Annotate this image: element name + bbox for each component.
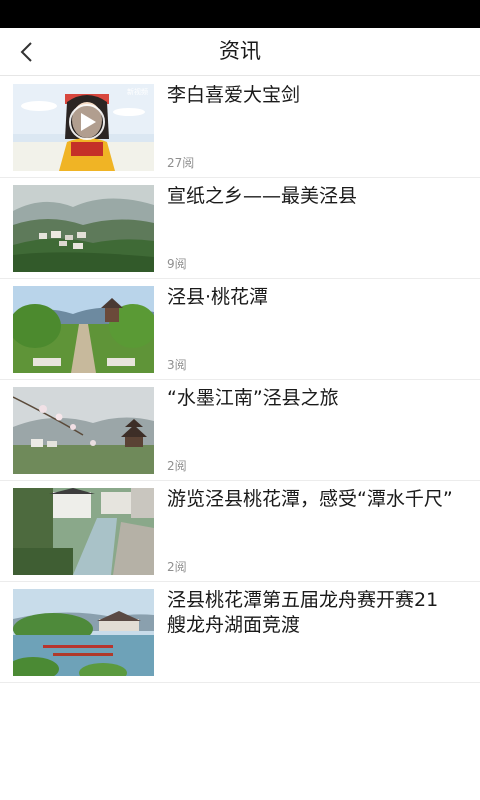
- read-count: 2阅: [167, 459, 187, 473]
- read-count: 3阅: [167, 358, 187, 372]
- news-item[interactable]: 泾县桃花潭第五届龙舟赛开赛21艘龙舟湖面竞渡: [0, 582, 480, 683]
- news-thumbnail[interactable]: [13, 387, 154, 474]
- news-title: 泾县桃花潭第五届龙舟赛开赛21艘龙舟湖面竞渡: [167, 589, 439, 636]
- news-title: 泾县·桃花潭: [167, 286, 269, 308]
- page-title: 资讯: [219, 39, 261, 63]
- news-thumbnail[interactable]: [13, 286, 154, 373]
- read-count: 27阅: [167, 156, 195, 170]
- nav-bar: 资讯: [0, 28, 480, 76]
- news-list: 新视频 李白喜爱大宝剑 27阅 宣纸之乡——最美泾县 9阅 泾县·桃花潭 3阅 …: [0, 77, 480, 683]
- news-item[interactable]: “水墨江南”泾县之旅 2阅: [0, 380, 480, 481]
- news-thumbnail[interactable]: [13, 589, 154, 676]
- news-thumbnail[interactable]: [13, 488, 154, 575]
- news-title: 宣纸之乡——最美泾县: [167, 185, 358, 207]
- news-item[interactable]: 宣纸之乡——最美泾县 9阅: [0, 178, 480, 279]
- news-title: 游览泾县桃花潭，感受“潭水千尺”: [167, 488, 453, 510]
- read-count: 9阅: [167, 257, 187, 271]
- video-watermark: 新视频: [127, 88, 148, 96]
- news-item[interactable]: 泾县·桃花潭 3阅: [0, 279, 480, 380]
- news-title: 李白喜爱大宝剑: [167, 84, 301, 106]
- read-count: 2阅: [167, 560, 187, 574]
- news-item[interactable]: 游览泾县桃花潭，感受“潭水千尺” 2阅: [0, 481, 480, 582]
- news-thumbnail[interactable]: [13, 185, 154, 272]
- video-thumbnail[interactable]: 新视频: [13, 84, 154, 171]
- news-title: “水墨江南”泾县之旅: [167, 387, 339, 409]
- status-bar: [0, 0, 480, 28]
- news-item[interactable]: 新视频 李白喜爱大宝剑 27阅: [0, 77, 480, 178]
